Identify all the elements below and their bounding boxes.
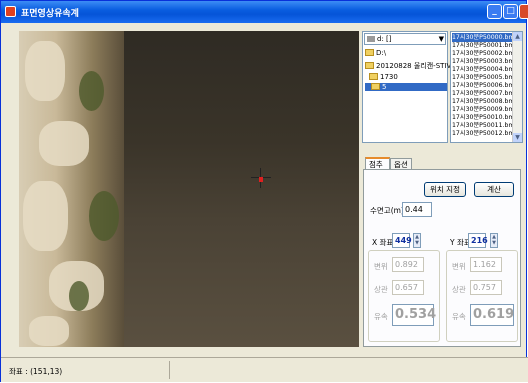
y-vel-label: 유속	[452, 312, 466, 321]
minimize-button[interactable]: _	[487, 4, 502, 19]
rock-bank	[19, 31, 124, 347]
x-corr-label: 상관	[374, 285, 388, 294]
folder-icon	[369, 73, 378, 80]
y-vel-value: 0.619	[470, 304, 514, 326]
window-title: 표면영상유속계	[21, 9, 79, 19]
x-vel-label: 유속	[374, 312, 388, 321]
scroll-down-icon[interactable]: ▼	[513, 133, 522, 142]
tree-node-1730[interactable]: 1730	[369, 73, 398, 81]
drive-label: d: []	[377, 35, 392, 43]
status-bar: 좌표 : (151,13)	[1, 357, 528, 382]
y-disp-value: 1.162	[470, 257, 502, 272]
x-coord-spinner[interactable]: ▲ ▼	[413, 233, 421, 248]
water-depth-label: 수면고(m)	[370, 206, 404, 215]
tree-node-project[interactable]: 20120828 울리캔-STIV	[365, 61, 451, 71]
tree-node-5[interactable]: 5	[365, 83, 447, 91]
point-extract-panel: 위치 지정 계산 수면고(m) 0.44 X 좌표 449 ▲ ▼ Y 좌표 21…	[363, 169, 521, 347]
file-list-scrollbar[interactable]: ▲ ▼	[512, 32, 522, 142]
calculate-button[interactable]: 계산	[474, 182, 514, 197]
y-disp-label: 변위	[452, 262, 466, 271]
y-corr-label: 상관	[452, 285, 466, 294]
folder-tree[interactable]: d: [] ▼ D:\ 20120828 울리캔-STIV 1730 5	[362, 31, 451, 143]
x-coord-label: X 좌표	[372, 238, 394, 247]
title-bar[interactable]: 표면영상유속계 _ □	[1, 1, 528, 23]
x-coord-input[interactable]: 449	[392, 233, 412, 248]
status-divider	[169, 361, 170, 379]
chevron-down-icon[interactable]: ▼	[439, 35, 444, 43]
x-disp-value: 0.892	[392, 257, 424, 272]
scroll-up-icon[interactable]: ▲	[513, 32, 522, 41]
y-coord-spinner[interactable]: ▲ ▼	[490, 233, 498, 248]
drive-icon	[367, 36, 375, 42]
folder-icon	[365, 49, 374, 56]
close-button[interactable]	[519, 4, 528, 19]
folder-icon	[365, 62, 374, 69]
y-coord-input[interactable]: 216	[468, 233, 488, 248]
cursor-coords: 좌표 : (151,13)	[9, 367, 63, 376]
main-window: 표면영상유속계 _ □ d: [] ▼ D:\ 20120828 울리캔-STI…	[0, 0, 528, 382]
x-corr-value: 0.657	[392, 280, 424, 295]
water-depth-input[interactable]: 0.44	[402, 202, 432, 217]
set-position-button[interactable]: 위치 지정	[424, 182, 466, 197]
maximize-button[interactable]: □	[503, 4, 518, 19]
drive-select[interactable]: d: [] ▼	[364, 33, 446, 45]
tree-node-root[interactable]: D:\	[365, 49, 386, 57]
app-icon	[5, 6, 16, 17]
x-vel-value: 0.534	[392, 304, 436, 326]
target-crosshair[interactable]	[251, 168, 271, 188]
y-corr-value: 0.757	[470, 280, 502, 295]
file-list[interactable]: 17시30분P50000.bmp 17시30분P50001.bmp 17시30분…	[450, 31, 523, 143]
file-item[interactable]: 17시30분P50012.bmp	[452, 129, 518, 138]
video-frame[interactable]	[19, 31, 359, 347]
folder-open-icon	[371, 83, 380, 90]
x-disp-label: 변위	[374, 262, 388, 271]
